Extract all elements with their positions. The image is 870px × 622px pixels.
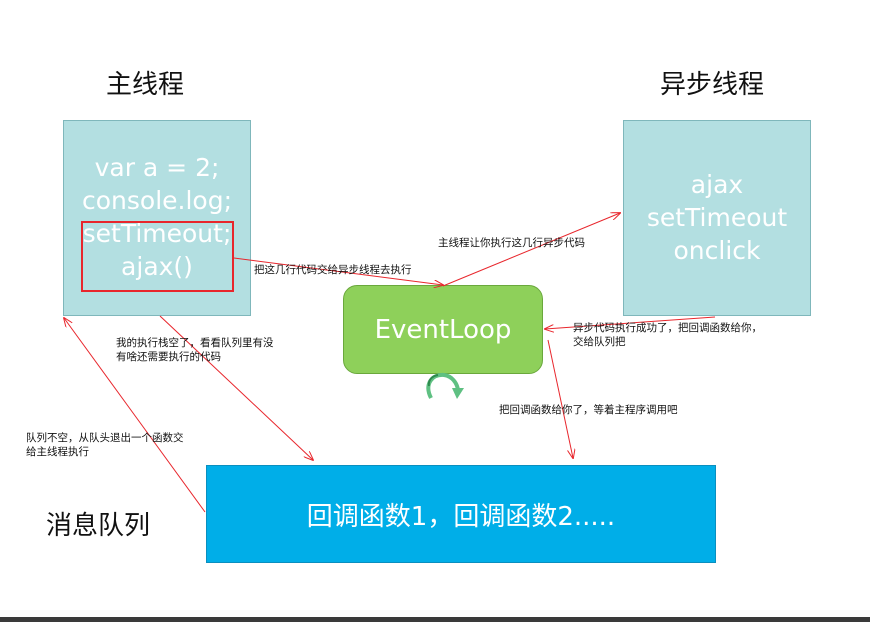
note-line: 队列不空，从队头退出一个函数交: [26, 432, 184, 444]
note-line: 异步代码执行成功了，把回调函数给你，: [573, 322, 762, 334]
loop-icon: [426, 372, 464, 399]
note-stack-empty: 我的执行栈空了，看看队列里有没 有啥还需要执行的代码: [116, 336, 274, 364]
note-let-async-run: 主线程让你执行这几行异步代码: [438, 237, 585, 249]
arrows-layer: [0, 0, 716, 513]
note-line: 有啥还需要执行的代码: [116, 351, 221, 363]
note-line: 我的执行栈空了，看看队列里有没: [116, 337, 274, 349]
note-async-done: 异步代码执行成功了，把回调函数给你， 交给队列把: [573, 321, 762, 349]
arrow-eventloop-to-queue: [547, 339, 573, 458]
note-callback-to-queue: 把回调函数给你了，等着主程序调用吧: [499, 404, 678, 416]
note-hand-off: 把这几行代码交给异步线程去执行: [254, 264, 412, 276]
bottom-edge: [0, 617, 870, 622]
note-queue-not-empty: 队列不空，从队头退出一个函数交 给主线程执行: [26, 431, 184, 459]
note-line: 给主线程执行: [26, 446, 89, 458]
note-line: 交给队列把: [573, 336, 626, 348]
